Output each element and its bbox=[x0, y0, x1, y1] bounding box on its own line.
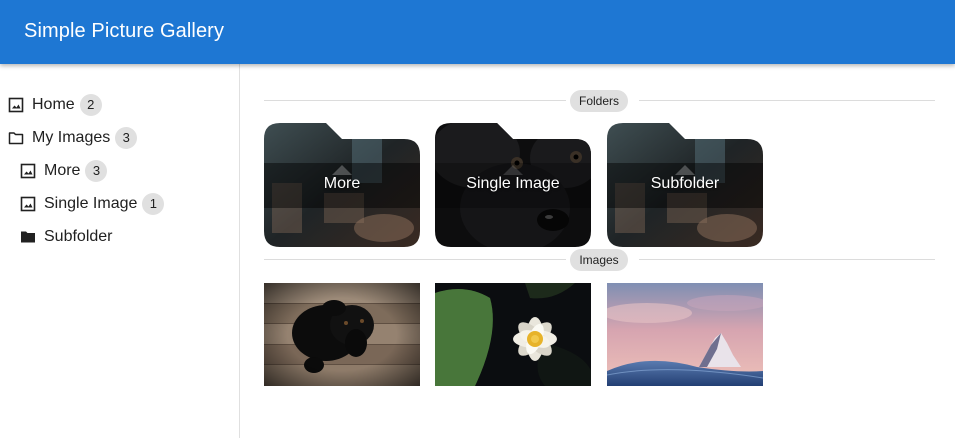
folder-outline-icon bbox=[8, 132, 24, 145]
folder-label: Subfolder bbox=[650, 175, 720, 192]
image-thumbnail-puppy[interactable] bbox=[264, 283, 420, 386]
image-thumbnail-water-lily[interactable] bbox=[435, 283, 591, 386]
sidebar-item-label: Subfolder bbox=[44, 228, 113, 245]
mountain-image bbox=[607, 283, 763, 386]
app-bar: Simple Picture Gallery bbox=[0, 0, 955, 64]
sidebar-item-label: Single Image bbox=[44, 195, 138, 212]
sidebar-item-label: More bbox=[44, 162, 81, 179]
section-heading-images: Images bbox=[570, 249, 628, 271]
folder-tile-single-image[interactable]: Single Image bbox=[435, 123, 591, 247]
sidebar-item-single-image[interactable]: Single Image 1 bbox=[20, 189, 165, 219]
folder-tile-more[interactable]: More bbox=[264, 123, 420, 247]
count-badge: 3 bbox=[115, 127, 138, 149]
sidebar-item-home[interactable]: Home 2 bbox=[8, 90, 102, 120]
divider bbox=[264, 100, 566, 101]
count-badge: 2 bbox=[79, 94, 102, 116]
folder-tile-subfolder[interactable]: Subfolder bbox=[607, 123, 763, 247]
folder-label: Single Image bbox=[466, 175, 560, 192]
divider bbox=[264, 259, 566, 260]
image-icon bbox=[8, 97, 24, 113]
section-heading-folders: Folders bbox=[570, 90, 628, 112]
puppy-image bbox=[264, 283, 420, 386]
image-thumbnail-mountain[interactable] bbox=[607, 283, 763, 386]
image-icon bbox=[20, 196, 36, 212]
divider bbox=[639, 259, 935, 260]
image-icon bbox=[20, 163, 36, 179]
count-badge: 1 bbox=[142, 193, 165, 215]
folder-label: More bbox=[323, 175, 361, 192]
water-lily-image bbox=[435, 283, 591, 386]
sidebar-item-more[interactable]: More 3 bbox=[20, 156, 108, 186]
app-title: Simple Picture Gallery bbox=[24, 20, 225, 42]
sidebar-item-subfolder[interactable]: Subfolder bbox=[20, 222, 113, 252]
folder-filled-icon bbox=[21, 231, 35, 243]
count-badge: 3 bbox=[85, 160, 108, 182]
divider bbox=[639, 100, 935, 101]
sidebar-item-my-images[interactable]: My Images 3 bbox=[8, 123, 138, 153]
gallery-main: Folders More Single Image Subfolder Imag… bbox=[240, 64, 955, 438]
sidebar: Home 2 My Images 3 More 3 Single Image 1… bbox=[0, 64, 240, 438]
sidebar-item-label: Home bbox=[32, 96, 75, 113]
sidebar-item-label: My Images bbox=[32, 129, 111, 146]
